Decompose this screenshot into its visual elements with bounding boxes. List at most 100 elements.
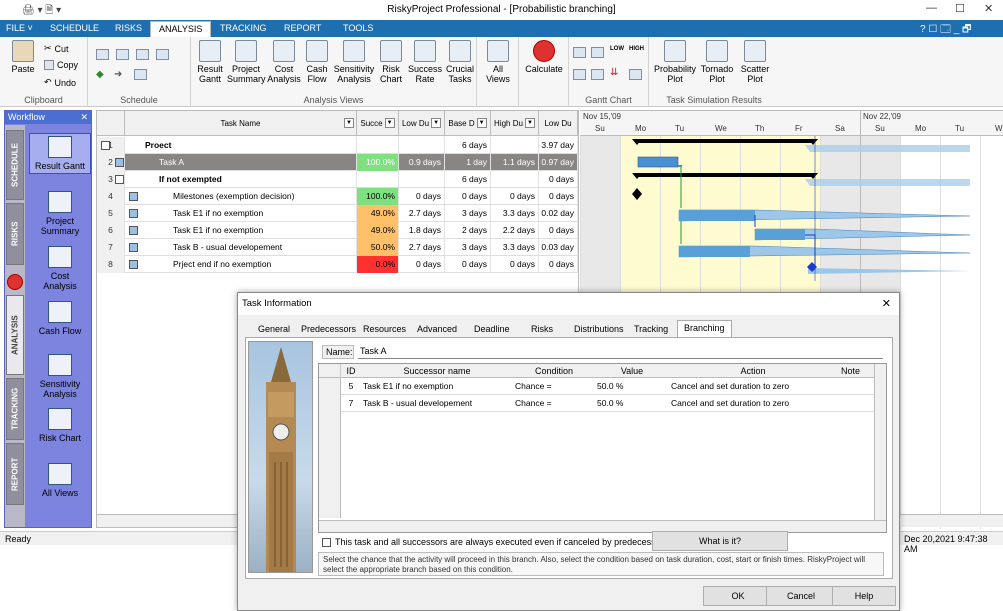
success-rate-cell[interactable]: 0.0% xyxy=(357,256,399,273)
high-duration-cell[interactable] xyxy=(491,137,539,154)
base-duration-cell[interactable]: 0 days xyxy=(445,188,491,205)
value-cell[interactable]: 50.0 % xyxy=(597,381,669,391)
low-duration-2-cell[interactable]: 0 days xyxy=(539,256,578,273)
task-name-cell[interactable]: Prject end if no exemption xyxy=(125,256,357,273)
probability-plot-button[interactable]: Probability Plot xyxy=(653,40,697,84)
condition-cell[interactable]: Chance = xyxy=(515,398,595,408)
close-button[interactable]: ✕ xyxy=(984,2,993,15)
tab-report[interactable]: REPORT xyxy=(284,23,321,33)
action-cell[interactable]: Cancel and set duration to zero xyxy=(671,398,837,408)
gantt-scale-icon[interactable] xyxy=(591,69,604,80)
grid-header-base-duration[interactable]: Base D ▼ xyxy=(445,111,491,136)
task-name-cell[interactable]: Task A xyxy=(125,154,357,171)
base-duration-cell[interactable]: 2 days xyxy=(445,222,491,239)
condition-cell[interactable]: Chance = xyxy=(515,381,595,391)
base-duration-cell[interactable]: 6 days xyxy=(445,171,491,188)
workflow-item-project-summary[interactable]: Project Summary xyxy=(29,191,91,236)
table-row[interactable]: 7 Task B - usual developement 50.0% 2.7 day… xyxy=(97,239,578,256)
table-row[interactable]: 5 Task E1 if no exemption 49.0% 2.7 days 3 d… xyxy=(97,205,578,222)
table-row[interactable]: 3 If not exempted 6 days 0 days xyxy=(97,171,578,188)
action-cell[interactable]: Cancel and set duration to zero xyxy=(671,381,837,391)
task-name-cell[interactable]: If not exempted xyxy=(125,171,357,188)
high-duration-cell[interactable]: 1.1 days xyxy=(491,154,539,171)
grid-header-task-name[interactable]: Task Name ▼ xyxy=(125,111,357,136)
high-duration-cell[interactable]: 3.3 days xyxy=(491,239,539,256)
dialog-tab-distributions[interactable]: Distributions xyxy=(574,324,624,334)
scatter-plot-button[interactable]: Scatter Plot xyxy=(737,40,773,84)
grid-header-low-duration[interactable]: Low Du ▼ xyxy=(399,111,445,136)
base-duration-cell[interactable]: 3 days xyxy=(445,205,491,222)
outdent-icon[interactable] xyxy=(116,49,129,60)
all-views-button[interactable]: All Views xyxy=(483,40,513,84)
arrow-right-icon[interactable]: ➜ xyxy=(114,69,122,80)
workflow-tab-report[interactable]: REPORT xyxy=(6,443,24,505)
calculate-small-icon[interactable] xyxy=(7,274,23,290)
cash-flow-button[interactable]: Cash Flow xyxy=(303,40,331,84)
gantt-bars-icon[interactable] xyxy=(573,47,586,58)
collapse-icon[interactable] xyxy=(101,141,110,150)
row-number-cell[interactable]: 7 xyxy=(97,239,125,256)
workflow-tab-risks[interactable]: RISKS xyxy=(6,203,24,265)
success-rate-cell[interactable] xyxy=(357,171,399,188)
low-duration-2-cell[interactable]: 0 days xyxy=(539,188,578,205)
high-duration-cell[interactable]: 2.2 days xyxy=(491,222,539,239)
dropdown-icon[interactable]: ▼ xyxy=(344,118,354,128)
result-gantt-button[interactable]: Result Gantt xyxy=(195,40,225,84)
branch-id-cell[interactable]: 5 xyxy=(341,381,361,391)
high-duration-cell[interactable]: 0 days xyxy=(491,188,539,205)
gantt-filter-icon[interactable] xyxy=(629,69,642,80)
table-row[interactable]: 4 Milestones (exemption decision) 100.0% 0 … xyxy=(97,188,578,205)
task-name-cell[interactable]: Task E1 if no exemption xyxy=(125,205,357,222)
tab-tools[interactable]: TOOLS xyxy=(343,23,373,33)
low-duration-2-cell[interactable]: 3.97 day xyxy=(539,137,578,154)
table-row[interactable]: 2 Task A 100.0% 0.9 days 1 day 1.1 days 0.97 d… xyxy=(97,154,578,171)
high-duration-cell[interactable] xyxy=(491,171,539,188)
success-rate-cell[interactable]: 100.0% xyxy=(357,188,399,205)
workflow-close-icon[interactable]: ✕ xyxy=(80,112,88,123)
gantt-low-button[interactable]: LOW xyxy=(610,46,624,52)
low-duration-2-cell[interactable]: 0 days xyxy=(539,171,578,188)
gantt-critical-icon[interactable] xyxy=(591,47,604,58)
dialog-tab-tracking[interactable]: Tracking xyxy=(634,324,668,334)
low-duration-cell[interactable] xyxy=(399,137,445,154)
dropdown-icon[interactable]: ▼ xyxy=(524,118,535,128)
dropdown-icon[interactable]: ▼ xyxy=(476,118,487,128)
dialog-close-icon[interactable]: ✕ xyxy=(882,297,891,310)
undo-button[interactable]: ↶ Undo xyxy=(44,77,76,88)
workflow-tab-tracking[interactable]: TRACKING xyxy=(6,378,24,440)
dropdown-icon[interactable]: ▼ xyxy=(431,118,442,128)
base-duration-cell[interactable]: 0 days xyxy=(445,256,491,273)
risk-chart-button[interactable]: Risk Chart xyxy=(377,40,405,84)
workflow-item-risk-chart[interactable]: Risk Chart xyxy=(29,408,91,443)
branch-row[interactable]: 27Task B - usual developementChance =50.… xyxy=(319,395,874,412)
success-rate-button[interactable]: Success Rate xyxy=(407,40,443,84)
table-row[interactable]: 8 Prject end if no exemption 0.0% 0 days 0 d… xyxy=(97,256,578,273)
crucial-tasks-button[interactable]: Crucial Tasks xyxy=(444,40,476,84)
tab-tracking[interactable]: TRACKING xyxy=(220,23,267,33)
task-name-cell[interactable]: Milestones (exemption decision) xyxy=(125,188,357,205)
always-executed-checkbox[interactable] xyxy=(322,538,331,547)
low-duration-cell[interactable] xyxy=(399,171,445,188)
low-duration-2-cell[interactable]: 0.97 day xyxy=(539,154,578,171)
branch-vertical-scrollbar[interactable] xyxy=(874,364,886,520)
row-number-cell[interactable]: 6 xyxy=(97,222,125,239)
gantt-arrows-icon[interactable]: ⇊ xyxy=(610,67,618,78)
cut-button[interactable]: ✂ Cut xyxy=(44,43,69,54)
gantt-zoom-icon[interactable] xyxy=(573,69,586,80)
value-cell[interactable]: 50.0 % xyxy=(597,398,669,408)
success-rate-cell[interactable]: 49.0% xyxy=(357,222,399,239)
cost-analysis-button[interactable]: Cost Analysis xyxy=(267,40,301,84)
arrow-left-icon[interactable]: ◆ xyxy=(96,69,104,80)
dialog-tab-predecessors[interactable]: Predecessors xyxy=(301,324,356,334)
dialog-tab-resources[interactable]: Resources xyxy=(363,324,406,334)
collapse-icon[interactable] xyxy=(115,175,124,184)
cancel-button[interactable]: Cancel xyxy=(766,586,836,606)
low-duration-2-cell[interactable]: 0.02 day xyxy=(539,205,578,222)
row-number-cell[interactable]: 5 xyxy=(97,205,125,222)
workflow-tab-analysis[interactable]: ANALYSIS xyxy=(6,295,24,375)
maximize-button[interactable]: ☐ xyxy=(955,2,965,15)
tornado-plot-button[interactable]: Tornado Plot xyxy=(699,40,735,84)
branch-row[interactable]: 15Task E1 if no exemptionChance =50.0 %C… xyxy=(319,378,874,395)
calculate-button[interactable]: Calculate xyxy=(522,40,566,74)
grid-header-success[interactable]: Succe ▼ xyxy=(357,111,399,136)
